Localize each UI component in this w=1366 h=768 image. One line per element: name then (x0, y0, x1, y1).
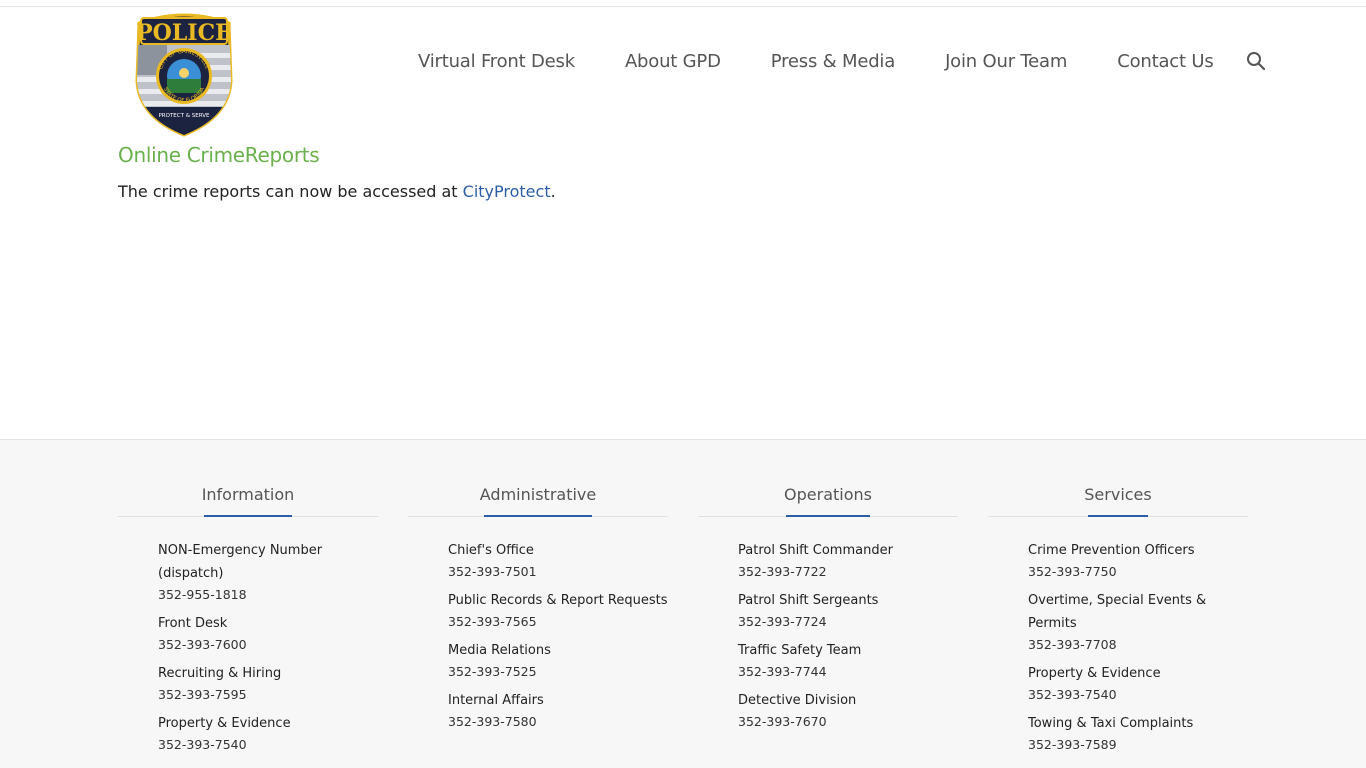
nav-about-gpd[interactable]: About GPD (625, 51, 721, 72)
footer-column-administrative: Administrative Chief's Office 352-393-750… (408, 440, 668, 739)
contact-entry: NON-Emergency Number (dispatch) 352-955-1… (158, 539, 378, 604)
message-text: The crime reports can now be accessed at (118, 182, 463, 201)
column-heading: Operations (784, 485, 872, 504)
contact-entry: Media Relations 352-393-7525 (448, 639, 668, 681)
nav-press-media[interactable]: Press & Media (771, 51, 896, 72)
contact-phone[interactable]: 352-955-1818 (158, 585, 378, 604)
badge-top-text: POLICE (136, 20, 232, 46)
contact-phone[interactable]: 352-393-7670 (738, 712, 958, 731)
footer-column-information: Information NON-Emergency Number (dispat… (118, 440, 378, 762)
contact-entry: Internal Affairs 352-393-7580 (448, 689, 668, 731)
contact-entry: Detective Division 352-393-7670 (738, 689, 958, 731)
contact-name: Front Desk (158, 616, 228, 631)
contact-name: Internal Affairs (448, 693, 544, 708)
column-heading: Services (1084, 485, 1152, 504)
contact-phone[interactable]: 352-393-7724 (738, 612, 958, 631)
contact-entry: Overtime, Special Events & Permits 352-39… (1028, 589, 1248, 654)
column-header: Operations (698, 440, 958, 517)
heading-underline (204, 515, 292, 517)
contact-name: Property & Evidence (1028, 666, 1161, 681)
contact-entry: Towing & Taxi Complaints 352-393-7589 (1028, 712, 1248, 754)
heading-underline (786, 515, 870, 517)
contact-phone[interactable]: 352-393-7708 (1028, 635, 1248, 654)
contact-entry: Traffic Safety Team 352-393-7744 (738, 639, 958, 681)
contact-phone[interactable]: 352-393-7595 (158, 685, 378, 704)
contact-phone[interactable]: 352-393-7750 (1028, 562, 1248, 581)
contact-phone[interactable]: 352-393-7722 (738, 562, 958, 581)
contact-phone[interactable]: 352-393-7744 (738, 662, 958, 681)
contact-name: Traffic Safety Team (738, 643, 862, 658)
contact-entry: Patrol Shift Sergeants 352-393-7724 (738, 589, 958, 631)
heading-underline (484, 515, 592, 517)
page-title: Online CrimeReports (118, 143, 320, 167)
nav-contact-us[interactable]: Contact Us (1117, 51, 1214, 72)
contact-entry: Crime Prevention Officers 352-393-7750 (1028, 539, 1248, 581)
contact-entry: Patrol Shift Commander 352-393-7722 (738, 539, 958, 581)
contact-entry: Public Records & Report Requests 352-393-… (448, 589, 668, 631)
contact-name: Media Relations (448, 643, 551, 658)
contact-phone[interactable]: 352-393-7580 (448, 712, 668, 731)
nav-virtual-front-desk[interactable]: Virtual Front Desk (418, 51, 575, 72)
column-heading: Information (201, 485, 295, 504)
contact-entry: Recruiting & Hiring 352-393-7595 (158, 662, 378, 704)
column-header: Services (988, 440, 1248, 517)
cityprotect-link[interactable]: CityProtect (463, 182, 551, 201)
contact-phone[interactable]: 352-393-7600 (158, 635, 378, 654)
contact-name: Detective Division (738, 693, 857, 708)
main-nav: Virtual Front Desk About GPD Press & Med… (418, 47, 1266, 75)
contact-phone[interactable]: 352-393-7540 (158, 735, 378, 754)
contact-name: Towing & Taxi Complaints (1028, 716, 1194, 731)
contact-phone[interactable]: 352-393-7525 (448, 662, 668, 681)
contact-entry: Chief's Office 352-393-7501 (448, 539, 668, 581)
badge-banner-text: PROTECT & SERVE (158, 113, 210, 119)
contact-name: Crime Prevention Officers (1028, 543, 1195, 558)
message-period: . (550, 182, 556, 201)
contact-name: Chief's Office (448, 543, 534, 558)
footer-column-services: Services Crime Prevention Officers 352-39… (988, 440, 1248, 762)
contact-entry: Property & Evidence 352-393-7540 (158, 712, 378, 754)
column-header: Administrative (408, 440, 668, 517)
contact-phone[interactable]: 352-393-7565 (448, 612, 668, 631)
top-border (0, 6, 1366, 7)
contact-name: Property & Evidence (158, 716, 291, 731)
contact-entry: Property & Evidence 352-393-7540 (1028, 662, 1248, 704)
footer: Information NON-Emergency Number (dispat… (0, 439, 1366, 768)
contact-name: Patrol Shift Commander (738, 543, 893, 558)
column-header: Information (118, 440, 378, 517)
heading-underline (1088, 515, 1148, 517)
contact-name: Patrol Shift Sergeants (738, 593, 879, 608)
contact-phone[interactable]: 352-393-7501 (448, 562, 668, 581)
gpd-police-badge-logo[interactable]: POLICE CITY OF GAINESVILLE STATE OF FLOR… (133, 9, 235, 137)
contact-phone[interactable]: 352-393-7540 (1028, 685, 1248, 704)
contact-entry: Front Desk 352-393-7600 (158, 612, 378, 654)
contact-name: Overtime, Special Events & Permits (1028, 593, 1207, 631)
nav-join-our-team[interactable]: Join Our Team (945, 51, 1067, 72)
contact-name: Recruiting & Hiring (158, 666, 282, 681)
contact-name: NON-Emergency Number (dispatch) (158, 543, 323, 581)
column-heading: Administrative (479, 485, 597, 504)
contact-phone[interactable]: 352-393-7589 (1028, 735, 1248, 754)
contact-name: Public Records & Report Requests (448, 593, 668, 608)
search-icon[interactable] (1246, 51, 1266, 71)
footer-column-operations: Operations Patrol Shift Commander 352-393… (698, 440, 958, 739)
crime-reports-message: The crime reports can now be accessed at… (118, 182, 556, 201)
